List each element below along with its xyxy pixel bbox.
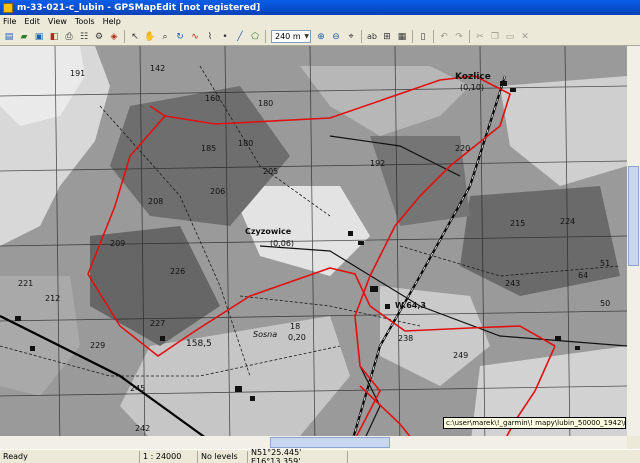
export-icon[interactable]: ◧ [47,30,61,44]
toolbar-separator [469,30,470,43]
undo-icon[interactable]: ↶ [437,30,451,44]
polygon-icon[interactable]: ⬠ [248,30,262,44]
menu-edit[interactable]: Edit [24,17,40,26]
edit-node-icon[interactable]: ⌇ [203,30,217,44]
menu-bar: File Edit View Tools Help [0,15,640,28]
select-icon[interactable]: ↖ [128,30,142,44]
status-bar: Ready 1 : 24000 No levels N51°25.445' E1… [0,448,640,463]
map-canvas[interactable]: Kozlice (0,10) Czyzowice (0,06) 220 205 … [0,46,627,449]
map-label: 180 [238,139,253,148]
map-label: 206 [210,187,225,196]
map-label: 242 [135,424,150,433]
paste-icon[interactable]: ▭ [503,30,517,44]
menu-tools[interactable]: Tools [75,17,95,26]
toolbar: ▤ ▰ ▣ ◧ ⎙ ☷ ⚙ ◈ ↖ ✋ ⌕ ↻ ∿ ⌇ • ╱ ⬠ 240 m … [0,28,640,46]
map-label: W.64,3 [395,301,426,310]
map-label: 192 [370,159,385,168]
map-icon[interactable]: ◈ [107,30,121,44]
map-label: 64 [578,271,588,280]
map-file-tooltip: c:\user\marek\!_garmin\! mapy\lubin_5000… [443,417,626,429]
labels-icon[interactable]: ab [365,30,379,44]
hand-icon[interactable]: ✋ [143,30,157,44]
properties-icon[interactable]: ☷ [77,30,91,44]
map-label: 50 [600,299,610,308]
app-icon [3,2,13,13]
zoom-out-icon[interactable]: ⊖ [329,30,343,44]
map-label: Sosna [253,330,277,339]
menu-view[interactable]: View [48,17,67,26]
map-label: 215 [510,219,525,228]
status-scale: 1 : 24000 [140,450,198,463]
settings-icon[interactable]: ⚙ [92,30,106,44]
map-label: 185 [201,144,216,153]
toolbar-separator [412,30,413,43]
toolbar-separator [124,30,125,43]
map-label: 243 [505,279,520,288]
map-label: 208 [148,197,163,206]
new-icon[interactable]: ▤ [2,30,16,44]
map-label: 224 [560,217,575,226]
map-label: 245 [130,384,145,393]
zoom-in-icon[interactable]: ⊕ [314,30,328,44]
map-label: 205 [263,167,278,176]
map-label: 0,20 [288,333,306,342]
status-levels: No levels [198,450,248,463]
map-label: (0,10) [460,83,484,92]
map-label: Czyzowice [245,227,292,236]
title-bar: m-33-021-c_lubin - GPSMapEdit [not regis… [0,0,640,15]
point-icon[interactable]: • [218,30,232,44]
scale-dropdown[interactable]: 240 m ▼ [271,30,311,43]
toolbar-separator [361,30,362,43]
map-label: 209 [110,239,125,248]
map-label: 158,5 [186,339,212,349]
delete-icon[interactable]: ✕ [518,30,532,44]
toolbar-separator [265,30,266,43]
map-label: 51 [600,259,610,268]
chevron-down-icon: ▼ [304,33,309,40]
map-label: (0,06) [270,239,294,248]
print-icon[interactable]: ⎙ [62,30,76,44]
vertical-scrollbar[interactable] [627,46,640,436]
map-label: 238 [398,334,413,343]
trace-icon[interactable]: ∿ [188,30,202,44]
window-title: m-33-021-c_lubin - GPSMapEdit [not regis… [17,2,261,13]
map-label: 229 [90,341,105,350]
map-label: 18 [290,322,300,331]
rotate-icon[interactable]: ↻ [173,30,187,44]
lock-icon[interactable]: ▯ [416,30,430,44]
map-label: 142 [150,64,165,73]
map-label: 212 [45,294,60,303]
map-label: 191 [70,69,85,78]
menu-file[interactable]: File [3,17,16,26]
open-icon[interactable]: ▰ [17,30,31,44]
status-spare [348,451,640,463]
vertical-scroll-thumb[interactable] [628,166,639,266]
toolbar-separator [433,30,434,43]
map-label: 180 [258,99,273,108]
map-label: 227 [150,319,165,328]
line-icon[interactable]: ╱ [233,30,247,44]
redo-icon[interactable]: ↷ [452,30,466,44]
map-label: 160 [205,94,220,103]
horizontal-scroll-thumb[interactable] [270,437,390,448]
cut-icon[interactable]: ✂ [473,30,487,44]
grid-icon[interactable]: ⊞ [380,30,394,44]
map-label: 249 [453,351,468,360]
map-label: 220 [455,144,470,153]
copy-icon[interactable]: ❐ [488,30,502,44]
map-label: Kozlice [455,72,491,82]
map-label: 221 [18,279,33,288]
status-coordinates: N51°25.445' E16°13.359' [248,448,348,463]
save-icon[interactable]: ▣ [32,30,46,44]
menu-help[interactable]: Help [103,17,121,26]
map-label: 226 [170,267,185,276]
zoom-fit-icon[interactable]: ⌖ [344,30,358,44]
zoom-icon[interactable]: ⌕ [158,30,172,44]
scale-value: 240 m [275,32,301,41]
map-svg[interactable]: Kozlice (0,10) Czyzowice (0,06) 220 205 … [0,46,627,449]
levels-icon[interactable]: ▦ [395,30,409,44]
status-text: Ready [0,450,140,463]
